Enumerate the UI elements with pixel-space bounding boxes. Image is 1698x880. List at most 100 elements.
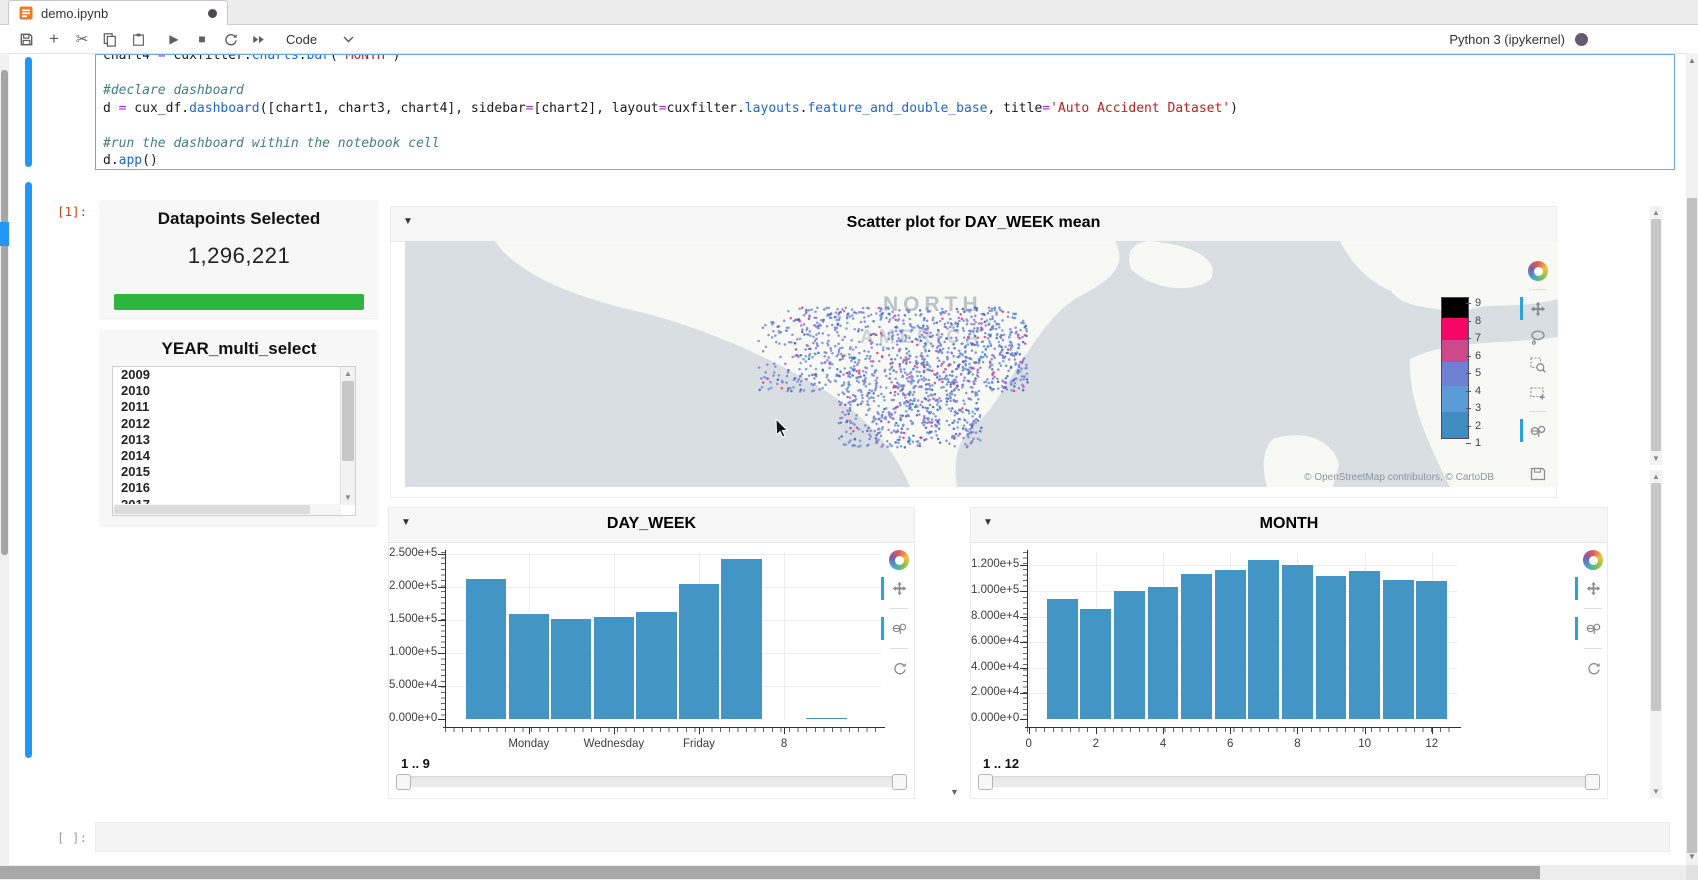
toolbar-divider (1529, 289, 1547, 290)
year-option[interactable]: 2009 (113, 367, 355, 383)
month-header: ▼ MONTH (971, 508, 1607, 543)
range-slider[interactable] (979, 776, 1599, 787)
stop-button[interactable]: ■ (188, 28, 216, 50)
inspect-neighbors-icon[interactable] (888, 618, 910, 639)
restart-kernel-button[interactable] (216, 28, 244, 50)
notebook-file-icon (19, 6, 33, 20)
box-select-icon[interactable] (1527, 382, 1549, 403)
inspect-neighbors-icon[interactable] (1527, 420, 1549, 441)
bar (551, 619, 591, 719)
year-option[interactable]: 2014 (113, 448, 355, 464)
slider-handle-left[interactable] (396, 774, 411, 790)
unsaved-changes-dot[interactable] (208, 9, 217, 18)
box-zoom-icon[interactable] (1527, 354, 1549, 375)
scatter-panel-header: ▼ Scatter plot for DAY_WEEK mean (391, 207, 1556, 242)
output-vscrollbar[interactable]: ▲ ▼ (1650, 206, 1662, 465)
kernel-indicator[interactable]: Python 3 (ipykernel) (1449, 25, 1588, 53)
mouse-cursor (775, 418, 793, 438)
chart-tool-bar (887, 550, 911, 679)
bar (466, 579, 506, 719)
window-vscrollbar[interactable]: ▲ ▼ (1686, 53, 1698, 865)
scroll-down-icon[interactable]: ▼ (1686, 852, 1698, 862)
year-option[interactable]: 2010 (113, 383, 355, 399)
reset-tool-icon[interactable] (1582, 658, 1604, 679)
month-panel: ▼ MONTH 0246810121.200e+51.000e+58.000e+… (970, 507, 1608, 799)
year-option[interactable]: 2015 (113, 464, 355, 480)
scroll-up-icon[interactable]: ▲ (1686, 56, 1698, 66)
run-button[interactable]: ▶ (160, 28, 188, 50)
scrollbar-thumb[interactable] (114, 505, 310, 514)
more-options-icon[interactable]: ··· (1530, 473, 1544, 485)
cell-type-value: Code (286, 32, 317, 47)
output-collapser[interactable] (25, 182, 32, 758)
month-title: MONTH (971, 515, 1607, 533)
add-cell-button[interactable]: + (40, 28, 68, 50)
listbox-hscrollbar[interactable] (113, 504, 341, 515)
bar (1181, 574, 1212, 719)
bokeh-logo-icon[interactable] (889, 550, 909, 570)
bokeh-logo-icon[interactable] (1583, 550, 1603, 570)
scroll-caret-icon[interactable]: ▼ (950, 787, 959, 797)
tab-demo-ipynb[interactable]: demo.ipynb (8, 0, 228, 25)
year-multi-select-listbox[interactable]: 200920102011201220132014201520162017 ▲ ▼ (112, 366, 356, 516)
scroll-up-icon[interactable]: ▲ (341, 369, 355, 379)
bokeh-logo-icon[interactable] (1528, 261, 1548, 281)
scrollbar-thumb[interactable] (0, 866, 1540, 879)
map-attribution[interactable]: © OpenStreetMap contributors, © CartoDB (1304, 472, 1494, 483)
scroll-down-icon[interactable]: ▼ (341, 493, 355, 503)
year-option[interactable]: 2016 (113, 480, 355, 496)
active-tool-bar (1520, 297, 1523, 320)
empty-prompt: [ ]: (57, 830, 87, 845)
scroll-up-icon[interactable]: ▲ (1650, 472, 1662, 482)
geo-scatter-map[interactable]: NORTH AMERICA 987654321 © OpenStreetMap … (405, 241, 1558, 487)
output-vscrollbar-2[interactable]: ▲ ▼ (1650, 470, 1662, 798)
scrollbar-thumb[interactable] (1687, 198, 1697, 853)
datapoints-card-title: Datapoints Selected (100, 200, 378, 229)
cut-cells-button[interactable]: ✂ (68, 28, 96, 50)
month-bar-chart[interactable]: 0246810121.200e+51.000e+58.000e+46.000e+… (971, 542, 1607, 798)
y-tick-label: 1.000e+5 (971, 584, 1017, 596)
day-week-panel: ▼ DAY_WEEK MondayWednesdayFriday82.500e+… (388, 507, 915, 799)
pan-tool-icon[interactable] (1527, 298, 1549, 319)
scroll-down-icon[interactable]: ▼ (1650, 787, 1662, 797)
bar (1383, 580, 1414, 719)
inspect-neighbors-icon[interactable] (1582, 618, 1604, 639)
notebook-toolbar: + ✂ ▶ ■ Code Python 3 (ipykernel) (0, 25, 1698, 54)
bar (806, 718, 846, 720)
scrollbar-thumb[interactable] (342, 381, 354, 461)
restart-run-all-button[interactable] (244, 28, 272, 50)
save-button[interactable] (12, 28, 40, 50)
cell-collapser[interactable] (25, 57, 32, 167)
slider-handle-left[interactable] (978, 774, 993, 790)
scrollbar-thumb[interactable] (1, 70, 8, 555)
year-option[interactable]: 2012 (113, 416, 355, 432)
pan-tool-icon[interactable] (888, 578, 910, 599)
code-cell-editor[interactable]: chart4 = cuxfilter.charts.bar('MONTH') #… (95, 54, 1675, 170)
slider-handle-right[interactable] (892, 774, 907, 790)
scroll-down-icon[interactable]: ▼ (1650, 454, 1662, 464)
listbox-vscrollbar[interactable]: ▲ ▼ (340, 367, 355, 505)
window-hscrollbar[interactable] (0, 865, 1686, 880)
year-multi-select-card: YEAR_multi_select 2009201020112012201320… (100, 330, 378, 525)
color-legend-labels: 987654321 (1475, 303, 1495, 453)
lasso-select-icon[interactable] (1527, 326, 1549, 347)
year-option[interactable]: 2011 (113, 399, 355, 415)
pan-tool-icon[interactable] (1582, 578, 1604, 599)
left-scroll-strip[interactable] (0, 53, 9, 865)
cell-type-dropdown[interactable]: Code (286, 32, 354, 47)
scroll-up-icon[interactable]: ▲ (1650, 208, 1662, 218)
scrollbar-thumb[interactable] (1651, 483, 1661, 711)
bar (721, 559, 761, 719)
chevron-down-icon (343, 36, 354, 43)
empty-code-cell[interactable] (95, 822, 1670, 852)
paste-cells-button[interactable] (124, 28, 152, 50)
year-option[interactable]: 2013 (113, 432, 355, 448)
copy-cells-button[interactable] (96, 28, 124, 50)
reset-tool-icon[interactable] (888, 658, 910, 679)
day-week-bar-chart[interactable]: MondayWednesdayFriday82.500e+52.000e+51.… (389, 542, 914, 798)
scrollbar-thumb[interactable] (1651, 219, 1661, 451)
range-slider[interactable] (397, 776, 906, 787)
toolbar-divider (1584, 648, 1602, 649)
y-tick-label: 4.000e+4 (971, 661, 1017, 673)
slider-handle-right[interactable] (1585, 774, 1600, 790)
